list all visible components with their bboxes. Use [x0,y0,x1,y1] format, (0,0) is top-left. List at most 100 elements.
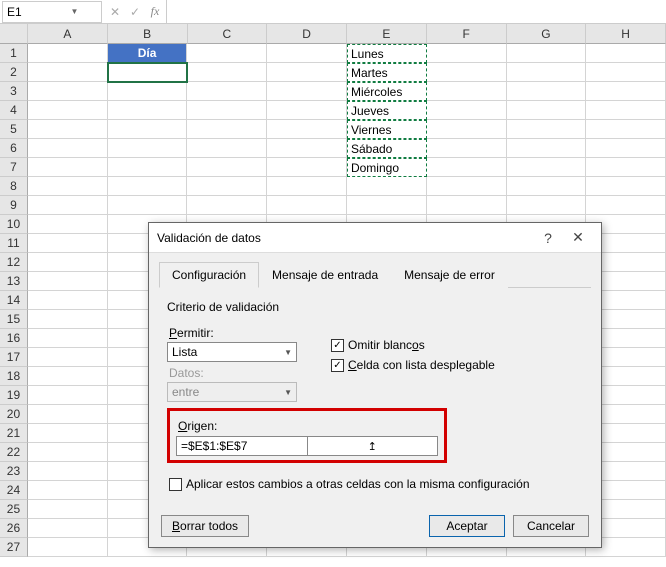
cell[interactable] [28,253,108,272]
cell[interactable] [187,177,267,196]
cell[interactable] [586,82,666,101]
cell[interactable] [187,196,267,215]
column-header[interactable]: G [507,24,587,44]
cell[interactable] [586,44,666,63]
cell[interactable] [507,120,587,139]
cell[interactable]: Viernes [347,120,427,139]
row-header[interactable]: 22 [0,443,28,462]
cell[interactable] [427,177,507,196]
cell[interactable] [267,158,347,177]
cell[interactable] [267,101,347,120]
row-header[interactable]: 2 [0,63,28,82]
row-header[interactable]: 17 [0,348,28,367]
cell[interactable] [28,310,108,329]
cell[interactable] [28,44,108,63]
cell[interactable] [586,101,666,120]
cell[interactable] [267,120,347,139]
cell[interactable] [507,196,587,215]
cell[interactable] [28,462,108,481]
cell[interactable] [267,196,347,215]
cell[interactable] [28,519,108,538]
cell[interactable] [28,196,108,215]
row-header[interactable]: 10 [0,215,28,234]
cell[interactable] [28,158,108,177]
column-header[interactable]: E [347,24,427,44]
cell[interactable] [347,196,427,215]
cell[interactable] [28,500,108,519]
row-header[interactable]: 4 [0,101,28,120]
cell[interactable] [108,82,188,101]
close-button[interactable]: ✕ [563,229,593,246]
cell[interactable] [507,139,587,158]
cell[interactable] [586,120,666,139]
cell[interactable] [108,120,188,139]
cell[interactable] [507,82,587,101]
cell[interactable] [108,139,188,158]
cell[interactable] [586,158,666,177]
origin-input[interactable]: =$E$1:$E$7 ↥ [176,436,438,456]
cell[interactable] [507,177,587,196]
select-all-corner[interactable] [0,24,28,44]
cell[interactable] [187,139,267,158]
row-header[interactable]: 26 [0,519,28,538]
allow-select[interactable]: Lista ▼ [167,342,297,362]
cell[interactable] [507,44,587,63]
cell[interactable] [28,329,108,348]
cell[interactable] [28,443,108,462]
row-header[interactable]: 23 [0,462,28,481]
cell[interactable] [586,177,666,196]
cell[interactable] [28,139,108,158]
help-button[interactable]: ? [533,230,563,246]
row-header[interactable]: 16 [0,329,28,348]
cell[interactable] [28,291,108,310]
cell[interactable]: Sábado [347,139,427,158]
column-header[interactable]: B [108,24,188,44]
cell[interactable] [28,63,108,82]
cell[interactable] [267,82,347,101]
cell[interactable] [267,139,347,158]
row-header[interactable]: 1 [0,44,28,63]
row-header[interactable]: 27 [0,538,28,557]
cell[interactable] [108,158,188,177]
cell[interactable] [427,139,507,158]
cell[interactable] [187,101,267,120]
cell[interactable] [28,348,108,367]
cell[interactable] [427,120,507,139]
column-header[interactable]: A [28,24,108,44]
column-header[interactable]: D [267,24,347,44]
cell[interactable]: Miércoles [347,82,427,101]
fx-icon[interactable]: fx [148,4,162,19]
row-header[interactable]: 7 [0,158,28,177]
cell[interactable] [187,158,267,177]
omit-blanks-checkbox[interactable]: ✓ Omitir blancos [331,338,495,352]
cell[interactable]: Jueves [347,101,427,120]
row-header[interactable]: 24 [0,481,28,500]
cell[interactable] [427,196,507,215]
collapse-dialog-icon[interactable]: ↥ [307,437,438,455]
cell-dropdown-checkbox[interactable]: ✓ Celda con lista desplegable [331,358,495,372]
cell[interactable] [586,139,666,158]
row-header[interactable]: 13 [0,272,28,291]
cell[interactable]: Martes [347,63,427,82]
clear-all-button[interactable]: Borrar todos [161,515,249,537]
cell[interactable] [28,367,108,386]
cell[interactable] [28,101,108,120]
cell[interactable] [108,196,188,215]
column-header[interactable]: H [586,24,666,44]
cell[interactable] [586,196,666,215]
cell[interactable] [347,177,427,196]
cell[interactable]: ▼ [108,63,188,82]
cell[interactable] [108,177,188,196]
cell[interactable] [28,481,108,500]
cell[interactable] [267,177,347,196]
row-header[interactable]: 20 [0,405,28,424]
cell[interactable] [586,63,666,82]
cell[interactable] [187,44,267,63]
dialog-tab[interactable]: Configuración [159,262,259,288]
name-box-dropdown-icon[interactable]: ▼ [52,7,97,16]
cell[interactable] [28,424,108,443]
row-header[interactable]: 9 [0,196,28,215]
cell[interactable] [28,215,108,234]
formula-input[interactable] [166,0,666,23]
cell[interactable] [427,101,507,120]
